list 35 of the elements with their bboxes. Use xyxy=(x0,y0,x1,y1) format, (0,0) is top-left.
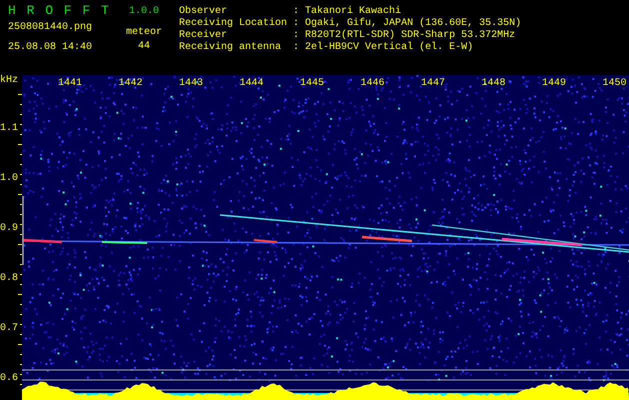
unit-label: kHz xyxy=(0,75,18,87)
time-label: 1441 xyxy=(58,78,82,90)
time-label: 1447 xyxy=(421,78,446,90)
frequency-label: 1.1 xyxy=(0,123,18,135)
frequency-label: 1.0 xyxy=(0,173,18,185)
time-label: 1450 xyxy=(602,78,627,90)
info-label: Receiver xyxy=(179,30,228,42)
time-label: 1442 xyxy=(118,78,143,90)
time-label: 1443 xyxy=(179,78,204,90)
info-label: Receiving Location xyxy=(179,18,288,30)
time-label: 1444 xyxy=(240,78,264,90)
info-separator: : xyxy=(293,42,300,54)
time-label: 1449 xyxy=(542,78,566,90)
timestamp: 25.08.08 14:40 xyxy=(8,42,94,54)
info-label: Observer xyxy=(179,6,228,18)
info-value: R820T2(RTL-SDR) SDR-Sharp 53.372MHz xyxy=(305,30,516,42)
info-value: 2el-HB9CV Vertical (el. E-W) xyxy=(305,42,474,54)
frequency-label: 0.7 xyxy=(0,323,18,335)
frequency-label: 0.8 xyxy=(0,273,18,285)
info-separator: : xyxy=(293,6,300,18)
info-separator: : xyxy=(293,30,300,42)
info-label: Receiving antenna xyxy=(179,42,282,54)
frequency-label: 0.6 xyxy=(0,373,18,385)
app-title: H R O F F T xyxy=(8,3,112,19)
info-value: Takanori Kawachi xyxy=(305,6,402,18)
version-number: 1.0.0 xyxy=(128,5,159,19)
time-label: 1448 xyxy=(482,78,506,90)
info-value: Ogaki, Gifu, JAPAN (136.60E, 35.35N) xyxy=(305,18,522,30)
file-name: 2508081440.png xyxy=(8,22,94,34)
frequency-label: 0.9 xyxy=(0,223,18,235)
meteor-count: 44 xyxy=(138,41,150,53)
time-label: 1446 xyxy=(360,78,385,90)
info-separator: : xyxy=(293,18,300,30)
time-label: 1445 xyxy=(300,78,324,90)
count-label: meteor xyxy=(126,27,162,39)
